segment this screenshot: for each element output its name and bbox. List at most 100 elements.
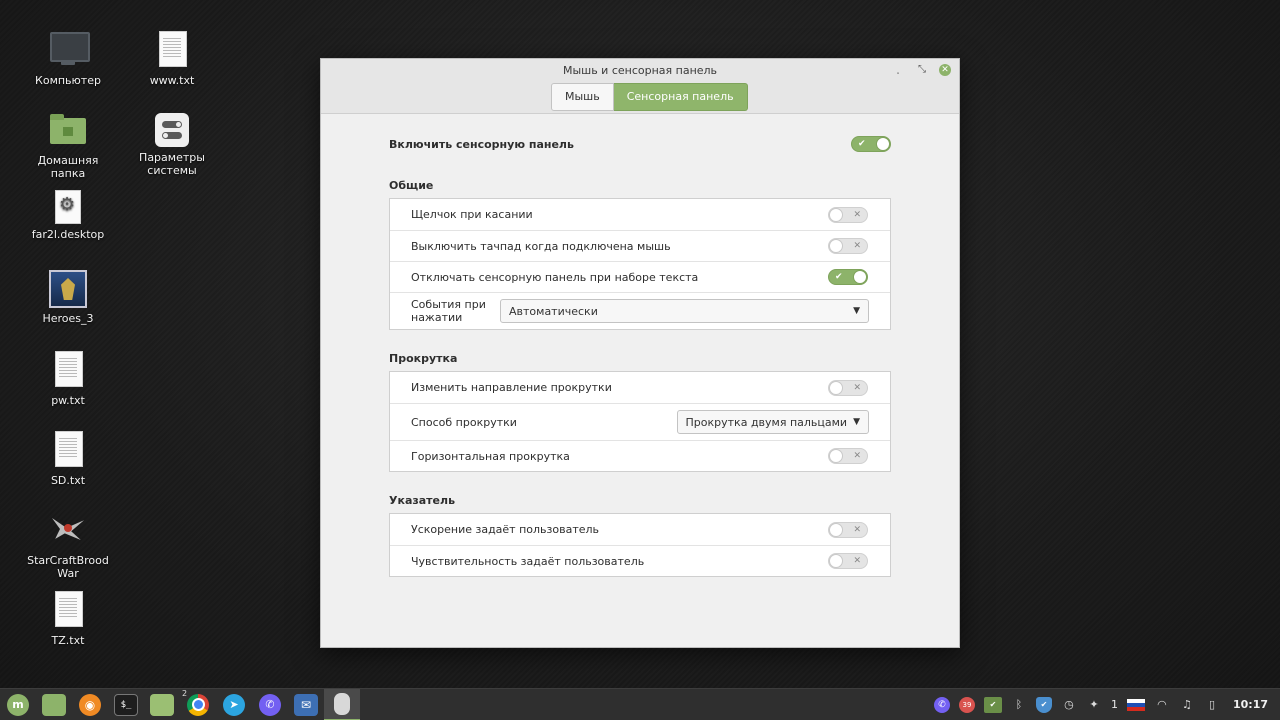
section-title-pointer: Указатель (389, 494, 456, 507)
tab-bar: Мышь Сенсорная панель (551, 83, 748, 111)
tap-click-switch[interactable]: ✕ (828, 206, 868, 223)
scroll-method-row: Способ прокрутки Прокрутка двумя пальцам… (390, 403, 890, 440)
touchpad-settings-panel: Включить сенсорную панель ✔ Общие Щелчок… (389, 133, 891, 577)
battery-icon[interactable]: ▯ (1204, 697, 1220, 713)
keyboard-layout-flag-icon[interactable] (1126, 698, 1145, 711)
shield-icon[interactable]: ✔ (1035, 696, 1052, 713)
desktop-icon-sd-txt[interactable]: SD.txt (20, 430, 116, 487)
desktop-icon-label: far2l.desktop (31, 228, 105, 241)
telegram-launcher[interactable]: ➤ (216, 689, 252, 720)
desktop-icon-pw-txt[interactable]: pw.txt (20, 350, 116, 407)
custom-speed-label: Чувствительность задаёт пользователь (411, 554, 645, 568)
home-folder-icon (48, 110, 88, 150)
dropdown-arrow-icon: ▼ (853, 306, 860, 316)
menu-button[interactable]: m (0, 689, 36, 720)
firefox-launcher[interactable]: ◉ (72, 689, 108, 720)
terminal-launcher[interactable]: $_ (108, 689, 144, 720)
tab-mouse[interactable]: Мышь (551, 83, 614, 111)
chrome-icon (187, 693, 209, 716)
reverse-scroll-label: Изменить направление прокрутки (411, 381, 612, 394)
horizontal-scroll-switch[interactable]: ✕ (828, 448, 868, 464)
maximize-button[interactable]: ⤡ (915, 63, 929, 77)
reverse-scroll-switch[interactable]: ✕ (828, 379, 868, 396)
window-titlebar[interactable]: Мышь и сенсорная панель ˯ ⤡ ✕ Мышь Сенсо… (321, 59, 959, 114)
switch-knob (829, 554, 843, 568)
custom-speed-switch[interactable]: ✕ (828, 553, 868, 569)
sound-icon[interactable]: ♫ (1179, 697, 1195, 713)
minimize-button[interactable]: ˯ (891, 63, 905, 77)
mint-logo-icon: m (7, 693, 29, 716)
switch-knob (829, 207, 843, 222)
desktop-icon-heroes3[interactable]: Heroes_3 (20, 270, 116, 325)
update-manager-icon[interactable]: ✔ (983, 696, 1002, 713)
tap-click-row: Щелчок при касании ✕ (390, 199, 890, 230)
switch-knob (829, 239, 843, 253)
bluetooth-icon[interactable]: ᛒ (1011, 697, 1027, 713)
horizontal-scroll-row: Горизонтальная прокрутка ✕ (390, 440, 890, 471)
pointer-settings-group: Ускорение задаёт пользователь ✕ Чувствит… (389, 513, 891, 577)
x-icon: ✕ (853, 382, 861, 393)
enable-touchpad-switch[interactable]: ✔ (851, 136, 891, 152)
disable-while-typing-switch[interactable]: ✔ (828, 269, 868, 285)
desktop-icon-tz-txt[interactable]: TZ.txt (20, 590, 116, 647)
check-icon: ✔ (835, 272, 843, 282)
switch-knob (876, 137, 890, 151)
desktop-icon-starcraft[interactable]: StarCraftBroodWar (20, 510, 116, 580)
desktop-icon-label: Параметры системы (139, 151, 205, 177)
mouse-touchpad-window: Мышь и сенсорная панель ˯ ⤡ ✕ Мышь Сенсо… (320, 58, 960, 648)
close-button[interactable]: ✕ (939, 64, 951, 76)
desktop-icon-www-txt[interactable]: www.txt (124, 30, 220, 87)
desktop-icon-far2l[interactable]: ⚙ far2l.desktop (20, 190, 116, 241)
desktop-icon-label: Heroes_3 (42, 312, 94, 325)
tab-touchpad[interactable]: Сенсорная панель (613, 83, 748, 111)
heroes-game-icon (49, 270, 87, 308)
desktop-icon (42, 693, 66, 716)
scroll-method-value: Прокрутка двумя пальцами (685, 415, 848, 429)
wifi-icon[interactable]: ◠ (1154, 697, 1170, 713)
viber-icon: ✆ (259, 693, 281, 716)
click-events-dropdown[interactable]: Автоматически ▼ (500, 299, 869, 323)
desktop-icon-label: TZ.txt (51, 634, 85, 647)
starcraft-game-icon (48, 510, 88, 550)
mail-launcher[interactable]: ✉ (288, 689, 324, 720)
timeshift-clock-icon[interactable]: ◷ (1061, 697, 1077, 713)
desktop-icon-computer[interactable]: Компьютер (20, 30, 116, 87)
custom-accel-label: Ускорение задаёт пользователь (411, 523, 600, 536)
click-events-value: Автоматически (509, 304, 598, 318)
x-icon: ✕ (853, 451, 861, 461)
reverse-scroll-row: Изменить направление прокрутки ✕ (390, 372, 890, 403)
taskbar-launchers: m ◉ $_ 2 ➤ ✆ ✉ (0, 688, 360, 720)
mouse-icon (334, 692, 350, 715)
clock[interactable]: 10:17 (1233, 698, 1268, 711)
desktop-icon-label: pw.txt (51, 394, 85, 407)
desktop-icon-label: Домашняя папка (37, 154, 99, 180)
text-file-icon (152, 30, 192, 70)
disable-while-typing-label: Отключать сенсорную панель при наборе те… (411, 270, 699, 284)
tray-badge: 39 (962, 700, 972, 709)
scroll-method-dropdown[interactable]: Прокрутка двумя пальцами ▼ (676, 410, 869, 434)
custom-accel-switch[interactable]: ✕ (828, 521, 868, 538)
show-desktop-button[interactable] (36, 689, 72, 720)
click-events-label: События при нажатии (411, 298, 486, 324)
chrome-launcher[interactable]: 2 (180, 689, 216, 720)
viber-launcher[interactable]: ✆ (252, 689, 288, 720)
viber-tray-icon[interactable]: ✆ (933, 696, 950, 713)
mail-icon: ✉ (294, 693, 318, 716)
x-icon: ✕ (853, 556, 861, 566)
window-title: Мышь и сенсорная панель (562, 64, 718, 77)
computer-icon (48, 30, 90, 70)
x-icon: ✕ (853, 524, 861, 535)
enable-touchpad-row: Включить сенсорную панель ✔ (389, 133, 891, 155)
notification-count: 1 (1110, 698, 1118, 711)
notification-tray-icon[interactable]: 39 (958, 696, 975, 713)
desktop-icon-system-settings[interactable]: Параметры системы (124, 110, 220, 177)
desktop-icon-home-folder[interactable]: Домашняя папка (20, 110, 116, 180)
settings-toggles-icon (155, 113, 189, 147)
custom-accel-row: Ускорение задаёт пользователь ✕ (390, 514, 890, 545)
check-icon: ✔ (858, 139, 866, 149)
notifications-icon[interactable]: ✦ (1086, 697, 1102, 713)
disable-with-mouse-switch[interactable]: ✕ (828, 238, 868, 254)
switch-knob (829, 522, 843, 537)
mouse-settings-task[interactable] (324, 688, 360, 720)
files-launcher[interactable] (144, 689, 180, 720)
